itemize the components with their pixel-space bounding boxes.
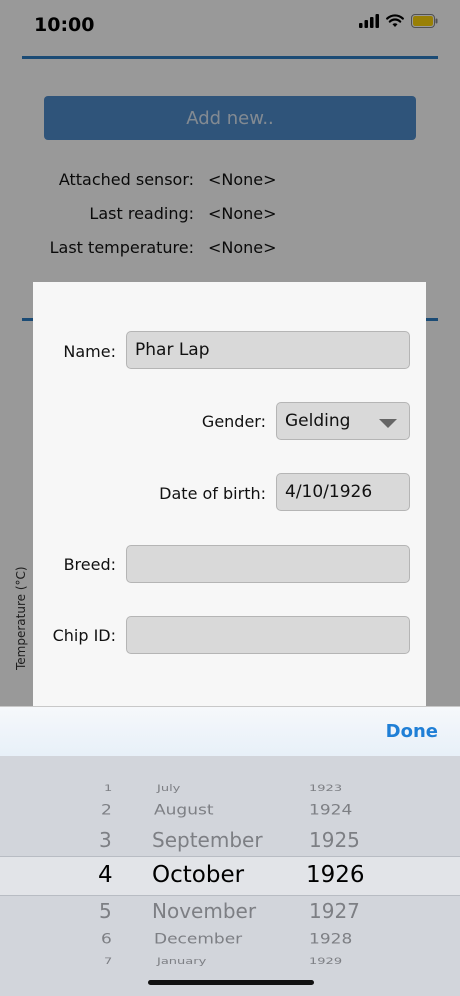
done-button[interactable]: Done — [386, 721, 438, 742]
picker-year-item[interactable]: 1923 — [309, 784, 342, 793]
picker-year-selected[interactable]: 1926 — [306, 864, 365, 887]
picker-day-item[interactable]: 2 — [101, 803, 112, 817]
picker-day-selected[interactable]: 4 — [98, 864, 113, 887]
gender-label: Gender: — [201, 412, 266, 431]
picker-year-item[interactable]: 1925 — [309, 830, 360, 850]
gender-value: Gelding — [285, 411, 351, 431]
picker-month-item[interactable]: September — [152, 830, 263, 850]
home-indicator[interactable] — [148, 980, 314, 985]
gender-select[interactable]: Gelding — [276, 402, 410, 440]
picker-month-item[interactable]: July — [157, 784, 180, 793]
picker-year-item[interactable]: 1924 — [309, 803, 352, 817]
picker-month-item[interactable]: January — [157, 957, 206, 966]
chip-id-field[interactable] — [126, 616, 410, 654]
chip-id-label: Chip ID: — [52, 626, 116, 645]
picker-month-item[interactable]: December — [154, 932, 242, 946]
picker-day-item[interactable]: 6 — [101, 932, 112, 946]
breed-field[interactable] — [126, 545, 410, 583]
picker-year-item[interactable]: 1928 — [309, 932, 352, 946]
picker-month-item[interactable]: November — [152, 901, 256, 921]
name-field[interactable]: Phar Lap — [126, 331, 410, 369]
breed-label: Breed: — [63, 555, 116, 574]
name-label: Name: — [63, 342, 116, 361]
picker-year-item[interactable]: 1929 — [309, 957, 342, 966]
picker-year-item[interactable]: 1927 — [309, 901, 360, 921]
horse-details-dialog: Name: Phar Lap Gender: Gelding Date of b… — [33, 282, 426, 712]
picker-month-selected[interactable]: October — [152, 864, 244, 887]
dob-field[interactable]: 4/10/1926 — [276, 473, 410, 511]
picker-day-item[interactable]: 3 — [99, 830, 112, 850]
date-picker[interactable]: 1 2 3 4 5 6 7 July August September Octo… — [0, 756, 460, 996]
picker-toolbar: Done — [0, 706, 460, 757]
chevron-down-icon — [379, 419, 397, 428]
picker-day-item[interactable]: 1 — [104, 784, 112, 793]
picker-day-item[interactable]: 5 — [99, 901, 112, 921]
picker-month-item[interactable]: August — [154, 803, 214, 817]
picker-day-item[interactable]: 7 — [104, 957, 112, 966]
dob-label: Date of birth: — [159, 484, 266, 503]
